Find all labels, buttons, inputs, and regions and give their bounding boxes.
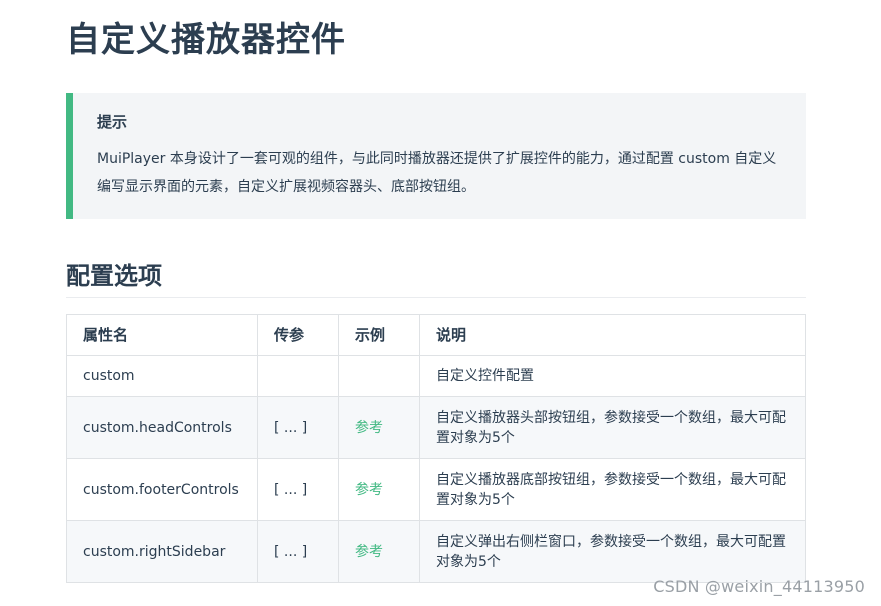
header-example: 示例 bbox=[338, 314, 420, 356]
cell-desc: 自定义控件配置 bbox=[419, 355, 806, 397]
tip-title: 提示 bbox=[97, 113, 128, 131]
tip-body: MuiPlayer 本身设计了一套可观的组件，与此同时播放器还提供了扩展控件的能… bbox=[97, 151, 777, 195]
table-row: custom.headControls [ ... ] 参考 自定义播放器头部按… bbox=[66, 396, 806, 459]
header-desc: 说明 bbox=[419, 314, 806, 356]
page-title: 自定义播放器控件 bbox=[66, 20, 346, 60]
cell-param bbox=[257, 355, 339, 397]
options-table: 属性名 传参 示例 说明 custom 自定义控件配置 custom.headC… bbox=[66, 314, 806, 583]
cell-desc: 自定义弹出右侧栏窗口，参数接受一个数组，最大可配置对象为5个 bbox=[419, 520, 806, 583]
cell-name: custom.rightSidebar bbox=[66, 520, 258, 583]
cell-name: custom bbox=[66, 355, 258, 397]
cell-param: [ ... ] bbox=[257, 520, 339, 583]
example-link[interactable]: 参考 bbox=[355, 420, 383, 436]
cell-name: custom.footerControls bbox=[66, 458, 258, 521]
table-row: custom.footerControls [ ... ] 参考 自定义播放器底… bbox=[66, 458, 806, 521]
header-param: 传参 bbox=[257, 314, 339, 356]
tip-block: 提示 MuiPlayer 本身设计了一套可观的组件，与此同时播放器还提供了扩展控… bbox=[66, 93, 806, 219]
doc-page: 自定义播放器控件 提示 MuiPlayer 本身设计了一套可观的组件，与此同时播… bbox=[0, 0, 881, 606]
table-row: custom 自定义控件配置 bbox=[66, 355, 806, 397]
cell-example: 参考 bbox=[338, 396, 420, 459]
example-link[interactable]: 参考 bbox=[355, 544, 383, 560]
example-link[interactable]: 参考 bbox=[355, 482, 383, 498]
cell-desc: 自定义播放器底部按钮组，参数接受一个数组，最大可配置对象为5个 bbox=[419, 458, 806, 521]
cell-param: [ ... ] bbox=[257, 458, 339, 521]
cell-param: [ ... ] bbox=[257, 396, 339, 459]
cell-desc: 自定义播放器头部按钮组，参数接受一个数组，最大可配置对象为5个 bbox=[419, 396, 806, 459]
table-row: custom.rightSidebar [ ... ] 参考 自定义弹出右侧栏窗… bbox=[66, 520, 806, 583]
cell-example bbox=[338, 355, 420, 397]
section-heading: 配置选项 bbox=[66, 262, 162, 290]
cell-example: 参考 bbox=[338, 520, 420, 583]
cell-name: custom.headControls bbox=[66, 396, 258, 459]
section-divider bbox=[66, 297, 806, 298]
header-name: 属性名 bbox=[66, 314, 258, 356]
table-header-row: 属性名 传参 示例 说明 bbox=[66, 314, 806, 356]
watermark: CSDN @weixin_44113950 bbox=[653, 577, 865, 596]
cell-example: 参考 bbox=[338, 458, 420, 521]
